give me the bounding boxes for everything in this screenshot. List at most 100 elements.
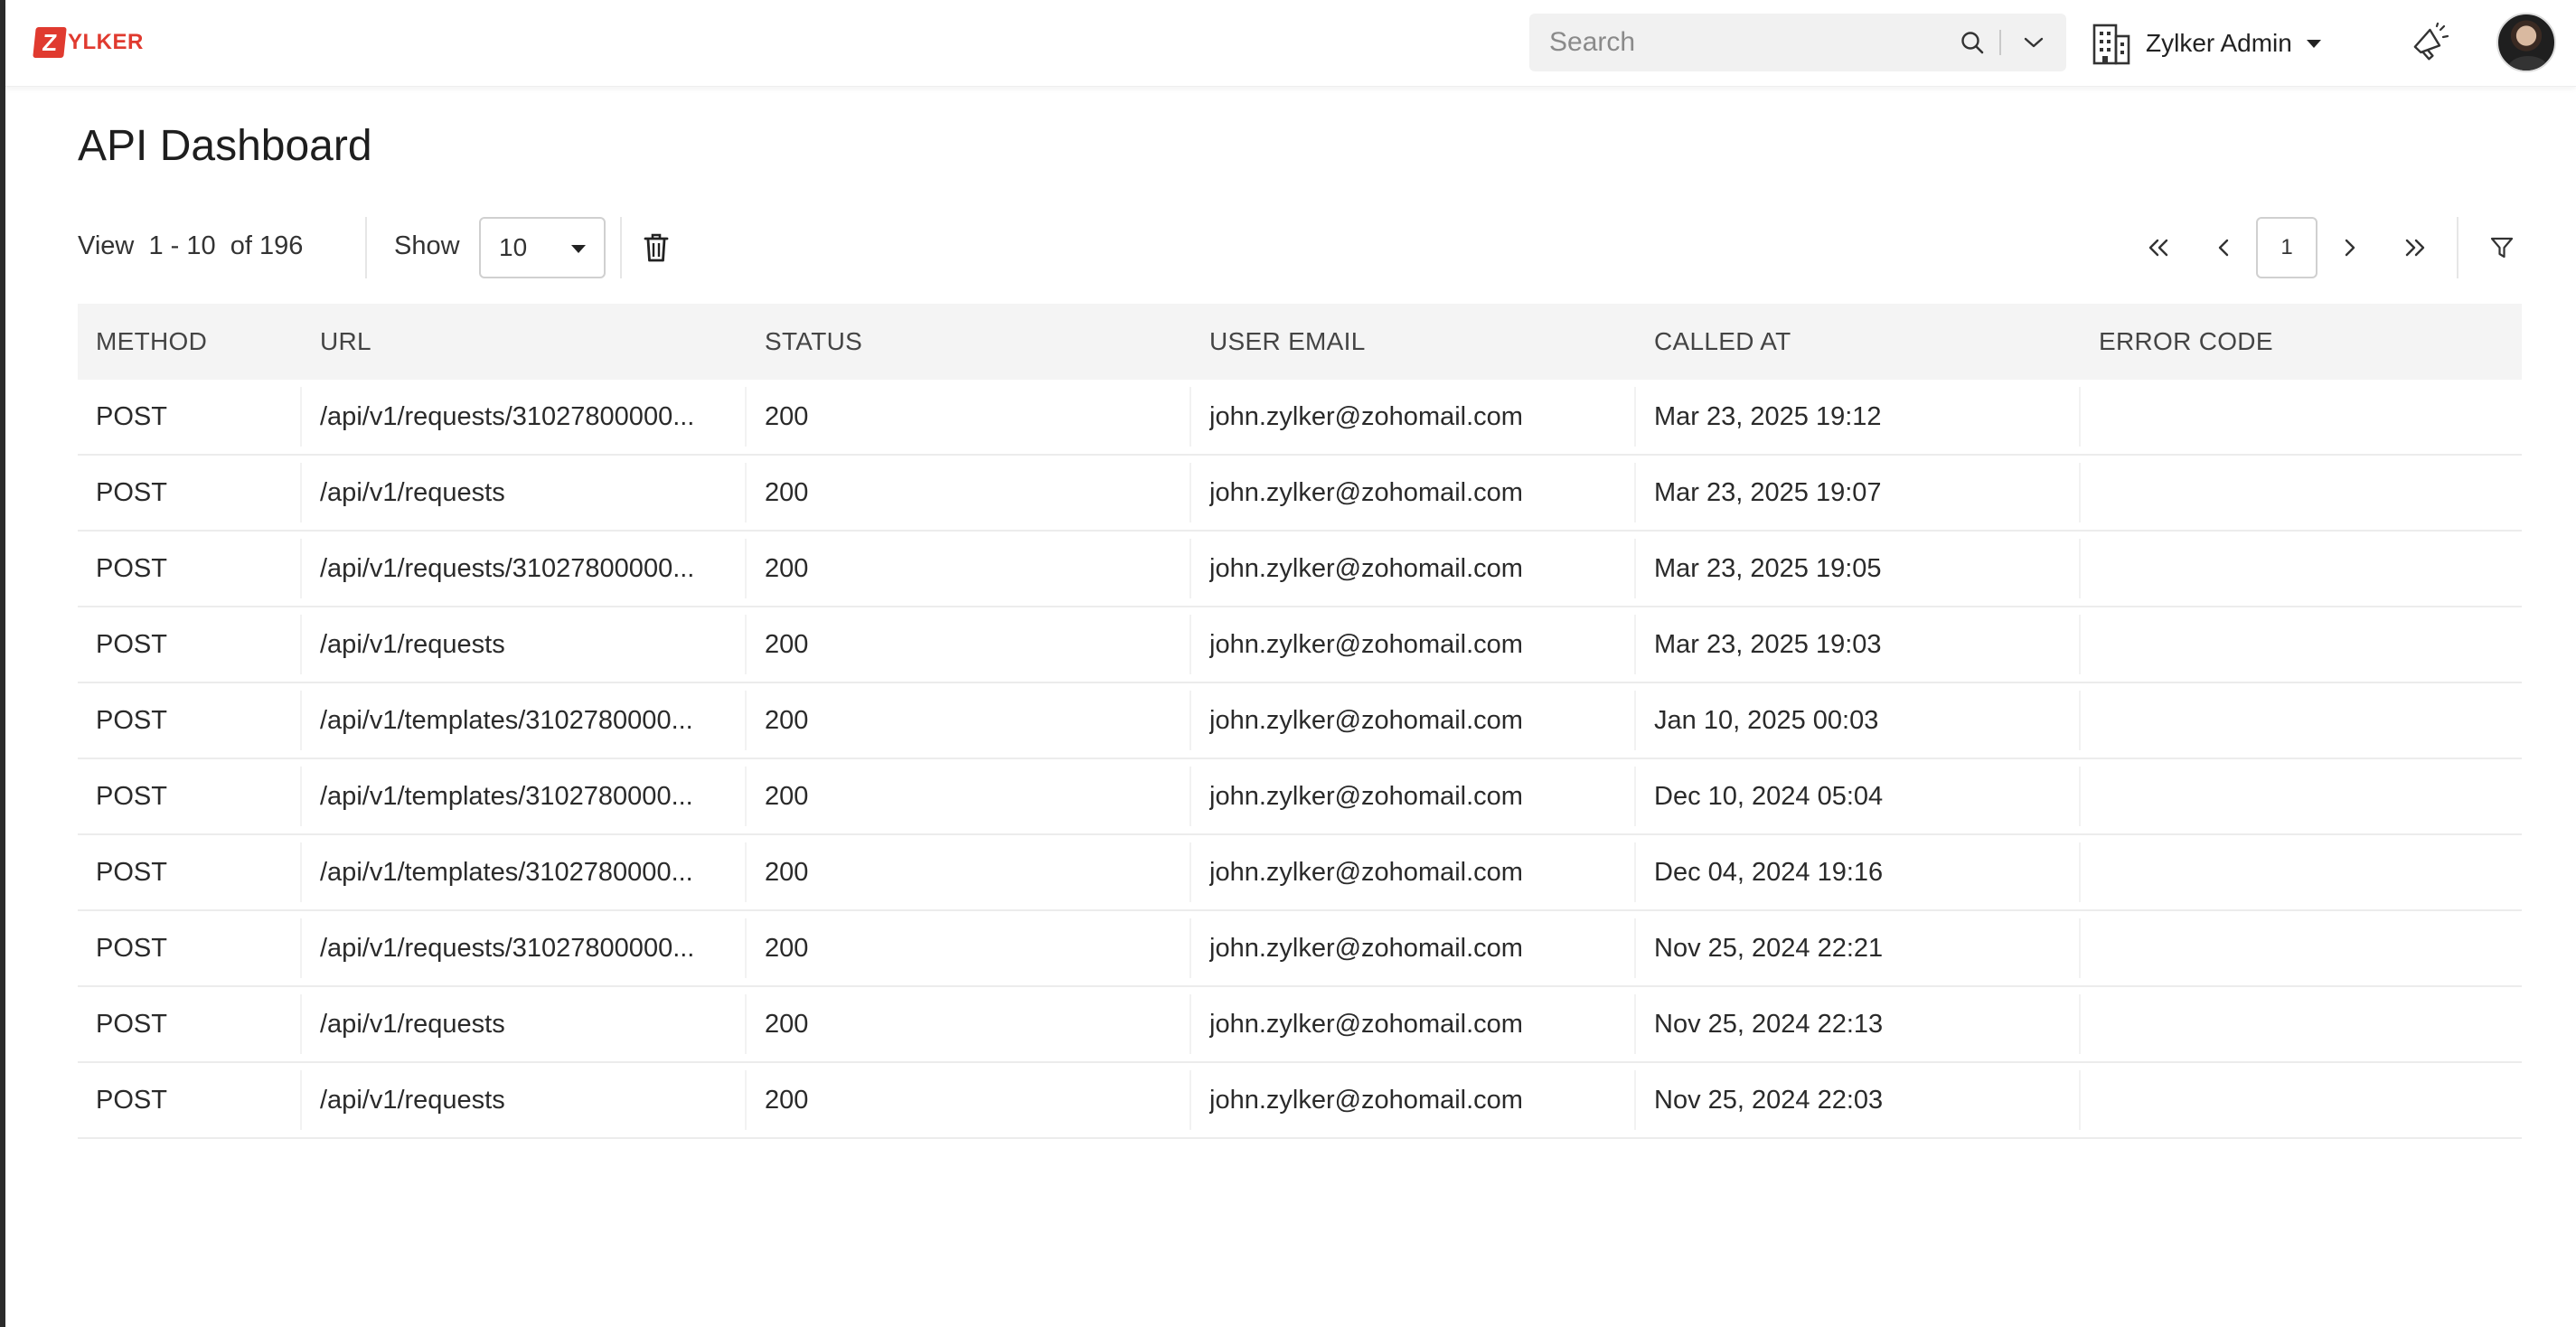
- logo-text: YLKER: [68, 30, 144, 54]
- cell-text: 200: [765, 933, 809, 963]
- total-count: 196: [259, 231, 304, 260]
- window-edge: [0, 0, 5, 1327]
- cell-text: john.zylker@zohomail.com: [1209, 401, 1523, 431]
- cell-text: Jan 10, 2025 00:03: [1654, 705, 1879, 735]
- column-header-called-at[interactable]: CALLED AT: [1634, 327, 2079, 356]
- cell-text: Mar 23, 2025 19:07: [1654, 477, 1882, 507]
- cell-url: /api/v1/requests: [300, 1063, 745, 1137]
- chevron-down-icon[interactable]: [2001, 14, 2066, 71]
- cell-called-at: Dec 04, 2024 19:16: [1634, 835, 2079, 909]
- table-row[interactable]: POST /api/v1/requests/31027800000... 200…: [78, 380, 2522, 456]
- cell-text: POST: [96, 933, 167, 963]
- table-row[interactable]: POST /api/v1/requests 200 john.zylker@zo…: [78, 456, 2522, 532]
- search-input[interactable]: [1529, 14, 1945, 71]
- megaphone-icon[interactable]: [2406, 20, 2453, 67]
- table-row[interactable]: POST /api/v1/requests/31027800000... 200…: [78, 532, 2522, 607]
- api-log-table: METHOD URL STATUS USER EMAIL CALLED AT E…: [78, 304, 2522, 1139]
- cell-status: 200: [745, 835, 1189, 909]
- cell-called-at: Jan 10, 2025 00:03: [1634, 683, 2079, 758]
- cell-error-code: [2079, 759, 2522, 833]
- cell-error-code: [2079, 456, 2522, 530]
- previous-page-icon[interactable]: [2191, 217, 2256, 278]
- zylker-logo[interactable]: Z YLKER: [33, 27, 144, 58]
- table-row[interactable]: POST /api/v1/templates/3102780000... 200…: [78, 759, 2522, 835]
- cell-text: 200: [765, 781, 809, 811]
- cell-url: /api/v1/templates/3102780000...: [300, 759, 745, 833]
- table-row[interactable]: POST /api/v1/templates/3102780000... 200…: [78, 835, 2522, 911]
- cell-text: 200: [765, 629, 809, 659]
- trash-icon[interactable]: [636, 228, 676, 268]
- cell-user-email: john.zylker@zohomail.com: [1189, 911, 1634, 985]
- filter-icon[interactable]: [2482, 228, 2522, 268]
- cell-method: POST: [78, 456, 300, 530]
- org-switcher[interactable]: Zylker Admin: [2090, 18, 2321, 69]
- column-header-status[interactable]: STATUS: [745, 327, 1189, 356]
- range-end: - 10: [170, 231, 216, 260]
- cell-status: 200: [745, 532, 1189, 606]
- cell-called-at: Mar 23, 2025 19:05: [1634, 532, 2079, 606]
- cell-text: POST: [96, 477, 167, 507]
- user-avatar[interactable]: [2496, 13, 2556, 72]
- table-row[interactable]: POST /api/v1/requests 200 john.zylker@zo…: [78, 987, 2522, 1063]
- cell-method: POST: [78, 380, 300, 454]
- caret-down-icon: [2306, 39, 2321, 48]
- cell-text: 200: [765, 401, 809, 431]
- table-row[interactable]: POST /api/v1/requests 200 john.zylker@zo…: [78, 607, 2522, 683]
- cell-text: /api/v1/requests: [320, 1085, 505, 1115]
- cell-text: Nov 25, 2024 22:21: [1654, 933, 1884, 963]
- cell-url: /api/v1/requests: [300, 456, 745, 530]
- cell-user-email: john.zylker@zohomail.com: [1189, 532, 1634, 606]
- cell-text: Mar 23, 2025 19:03: [1654, 629, 1882, 659]
- search-icon[interactable]: [1945, 14, 1999, 71]
- cell-user-email: john.zylker@zohomail.com: [1189, 759, 1634, 833]
- cell-text: john.zylker@zohomail.com: [1209, 1009, 1523, 1039]
- table-row[interactable]: POST /api/v1/templates/3102780000... 200…: [78, 683, 2522, 759]
- cell-user-email: john.zylker@zohomail.com: [1189, 1063, 1634, 1137]
- cell-text: Nov 25, 2024 22:13: [1654, 1009, 1884, 1039]
- cell-method: POST: [78, 987, 300, 1061]
- cell-url: /api/v1/requests: [300, 607, 745, 682]
- cell-text: 200: [765, 705, 809, 735]
- cell-user-email: john.zylker@zohomail.com: [1189, 380, 1634, 454]
- table-row[interactable]: POST /api/v1/requests 200 john.zylker@zo…: [78, 1063, 2522, 1139]
- cell-url: /api/v1/requests/31027800000...: [300, 911, 745, 985]
- logo-badge: Z: [33, 27, 67, 58]
- cell-method: POST: [78, 532, 300, 606]
- cell-error-code: [2079, 987, 2522, 1061]
- cell-text: POST: [96, 401, 167, 431]
- cell-text: 200: [765, 553, 809, 583]
- cell-url: /api/v1/requests: [300, 987, 745, 1061]
- cell-text: /api/v1/requests: [320, 1009, 505, 1039]
- column-header-error-code[interactable]: ERROR CODE: [2079, 327, 2522, 356]
- caret-down-icon: [571, 245, 586, 253]
- cell-text: Dec 10, 2024 05:04: [1654, 781, 1884, 811]
- next-page-icon[interactable]: [2317, 217, 2383, 278]
- last-page-icon[interactable]: [2383, 217, 2448, 278]
- first-page-icon[interactable]: [2126, 217, 2191, 278]
- cell-text: 200: [765, 1085, 809, 1115]
- column-header-url[interactable]: URL: [300, 327, 745, 356]
- pagination: 1: [2126, 217, 2458, 278]
- cell-text: /api/v1/requests/31027800000...: [320, 933, 695, 963]
- table-row[interactable]: POST /api/v1/requests/31027800000... 200…: [78, 911, 2522, 987]
- cell-status: 200: [745, 1063, 1189, 1137]
- column-header-user-email[interactable]: USER EMAIL: [1189, 327, 1634, 356]
- cell-called-at: Nov 25, 2024 22:21: [1634, 911, 2079, 985]
- cell-text: john.zylker@zohomail.com: [1209, 1085, 1523, 1115]
- cell-text: /api/v1/templates/3102780000...: [320, 705, 693, 735]
- cell-error-code: [2079, 607, 2522, 682]
- current-page-input[interactable]: 1: [2256, 217, 2317, 278]
- page-title: API Dashboard: [78, 122, 372, 170]
- cell-called-at: Mar 23, 2025 19:12: [1634, 380, 2079, 454]
- cell-text: john.zylker@zohomail.com: [1209, 553, 1523, 583]
- cell-url: /api/v1/templates/3102780000...: [300, 683, 745, 758]
- column-header-method[interactable]: METHOD: [78, 327, 300, 356]
- cell-status: 200: [745, 911, 1189, 985]
- cell-status: 200: [745, 759, 1189, 833]
- cell-method: POST: [78, 607, 300, 682]
- cell-method: POST: [78, 835, 300, 909]
- cell-status: 200: [745, 456, 1189, 530]
- cell-text: john.zylker@zohomail.com: [1209, 477, 1523, 507]
- cell-text: 200: [765, 857, 809, 887]
- page-size-select[interactable]: 10: [479, 217, 606, 278]
